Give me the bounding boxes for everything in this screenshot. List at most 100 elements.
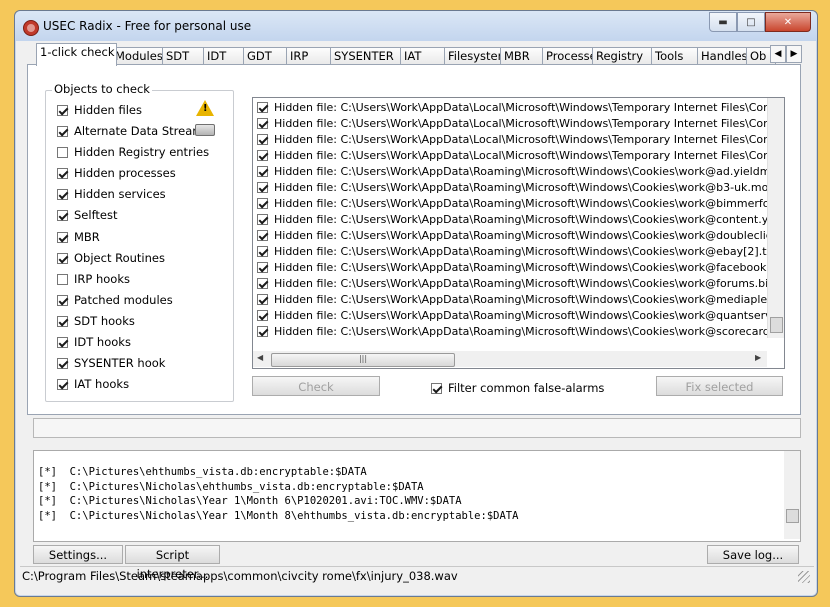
option-checkbox[interactable] xyxy=(57,104,68,116)
result-checkbox[interactable] xyxy=(257,181,268,193)
tab-sdt[interactable]: SDT xyxy=(162,47,209,65)
result-row[interactable]: Hidden file: C:\Users\Work\AppData\Roami… xyxy=(257,259,784,275)
option-checkbox[interactable] xyxy=(57,146,68,158)
option-checkbox[interactable] xyxy=(57,125,68,137)
result-row[interactable]: Hidden file: C:\Users\Work\AppData\Local… xyxy=(257,147,784,163)
result-row[interactable]: Hidden file: C:\Users\Work\AppData\Local… xyxy=(257,115,784,131)
objects-group-title: Objects to check xyxy=(52,82,152,96)
result-row[interactable]: Hidden file: C:\Users\Work\AppData\Roami… xyxy=(257,291,784,307)
tab-mbr[interactable]: MBR xyxy=(500,47,548,65)
option-checkbox[interactable] xyxy=(57,294,68,306)
settings-button[interactable]: Settings... xyxy=(33,545,123,564)
result-row[interactable]: Hidden file: C:\Users\Work\AppData\Local… xyxy=(257,99,784,115)
result-checkbox[interactable] xyxy=(257,229,268,241)
option-checkbox[interactable] xyxy=(57,167,68,179)
tab-sysenter[interactable]: SYSENTER xyxy=(330,47,406,65)
option-mbr[interactable]: MBR xyxy=(57,230,100,244)
log-output[interactable]: [*] C:\Pictures\ehthumbs_vista.db:encryp… xyxy=(33,450,801,542)
option-object-routines[interactable]: Object Routines xyxy=(57,251,165,265)
tab-gdt[interactable]: GDT xyxy=(243,47,292,65)
option-checkbox[interactable] xyxy=(57,315,68,327)
tab-handles[interactable]: Handles xyxy=(697,47,752,65)
option-patched-modules[interactable]: Patched modules xyxy=(57,293,173,307)
scroll-left-icon[interactable]: ◀ xyxy=(257,353,263,362)
results-vertical-scrollbar[interactable] xyxy=(767,98,784,338)
option-hidden-services[interactable]: Hidden services xyxy=(57,187,166,201)
option-checkbox[interactable] xyxy=(57,336,68,348)
result-checkbox[interactable] xyxy=(257,101,268,113)
result-row[interactable]: Hidden file: C:\Users\Work\AppData\Roami… xyxy=(257,275,784,291)
result-row[interactable]: Hidden file: C:\Users\Work\AppData\Local… xyxy=(257,131,784,147)
result-row[interactable]: Hidden file: C:\Users\Work\AppData\Roami… xyxy=(257,163,784,179)
results-list[interactable]: Hidden file: C:\Users\Work\AppData\Local… xyxy=(252,97,785,369)
filter-false-alarms[interactable]: Filter common false-alarms xyxy=(431,381,604,395)
results-horizontal-scroll-thumb[interactable]: ||| xyxy=(271,353,455,367)
tab-processes[interactable]: Processes xyxy=(542,47,598,65)
option-checkbox[interactable] xyxy=(57,188,68,200)
status-text: C:\Program Files\Steam\steamapps\common\… xyxy=(22,569,458,583)
result-row[interactable]: Hidden file: C:\Users\Work\AppData\Roami… xyxy=(257,227,784,243)
result-row[interactable]: Hidden file: C:\Users\Work\AppData\Roami… xyxy=(257,307,784,323)
tab-modules[interactable]: Modules xyxy=(111,47,168,65)
result-checkbox[interactable] xyxy=(257,133,268,145)
result-checkbox[interactable] xyxy=(257,117,268,129)
option-hidden-files[interactable]: Hidden files xyxy=(57,103,142,117)
result-row[interactable]: Hidden file: C:\Users\Work\AppData\Roami… xyxy=(257,243,777,259)
close-button[interactable]: ✕ xyxy=(765,12,811,32)
result-checkbox[interactable] xyxy=(257,261,268,273)
results-vertical-scroll-thumb[interactable] xyxy=(770,317,783,333)
option-hidden-processes[interactable]: Hidden processes xyxy=(57,166,176,180)
check-button[interactable]: Check xyxy=(252,376,380,396)
result-row[interactable]: Hidden file: C:\Users\Work\AppData\Roami… xyxy=(257,211,784,227)
option-checkbox[interactable] xyxy=(57,252,68,264)
script-interpreter-button[interactable]: Script interpreter... xyxy=(125,545,220,581)
results-horizontal-scrollbar[interactable]: ◀ ||| ▶ xyxy=(253,351,767,367)
minimize-icon: ▬ xyxy=(718,16,728,28)
tab-iat[interactable]: IAT xyxy=(400,47,450,65)
tab-scroll-right-icon[interactable]: ▶ xyxy=(786,45,802,63)
filter-checkbox[interactable] xyxy=(431,382,442,394)
result-checkbox[interactable] xyxy=(257,245,268,257)
fix-selected-button[interactable]: Fix selected xyxy=(656,376,783,396)
option-sdt-hooks[interactable]: SDT hooks xyxy=(57,314,135,328)
result-checkbox[interactable] xyxy=(257,325,268,337)
tab-registry[interactable]: Registry xyxy=(592,47,657,65)
tab-scroll-left-icon[interactable]: ◀ xyxy=(770,45,786,63)
option-selftest[interactable]: Selftest xyxy=(57,208,118,222)
result-checkbox[interactable] xyxy=(257,165,268,177)
option-hidden-registry-entries[interactable]: Hidden Registry entries xyxy=(57,145,209,159)
window-title: USEC Radix - Free for personal use xyxy=(43,19,252,33)
result-checkbox[interactable] xyxy=(257,213,268,225)
log-vertical-scrollbar[interactable] xyxy=(784,451,800,539)
option-irp-hooks[interactable]: IRP hooks xyxy=(57,272,130,286)
option-checkbox[interactable] xyxy=(57,273,68,285)
save-log-button[interactable]: Save log... xyxy=(707,545,799,564)
option-checkbox[interactable] xyxy=(57,209,68,221)
result-checkbox[interactable] xyxy=(257,277,268,289)
tab-1-click-check[interactable]: 1-click check xyxy=(36,43,117,66)
option-alternate-data-streams[interactable]: Alternate Data Streams xyxy=(57,124,209,138)
result-checkbox[interactable] xyxy=(257,309,268,321)
tab-irp[interactable]: IRP xyxy=(286,47,336,65)
option-idt-hooks[interactable]: IDT hooks xyxy=(57,335,131,349)
resize-grip-icon[interactable] xyxy=(798,571,810,583)
minimize-button[interactable]: ▬ xyxy=(709,12,737,32)
maximize-button[interactable]: □ xyxy=(737,12,765,32)
scroll-right-icon[interactable]: ▶ xyxy=(755,353,761,362)
result-checkbox[interactable] xyxy=(257,293,268,305)
option-checkbox[interactable] xyxy=(57,231,68,243)
option-checkbox[interactable] xyxy=(57,357,68,369)
result-row[interactable]: Hidden file: C:\Users\Work\AppData\Roami… xyxy=(257,179,784,195)
title-bar[interactable]: USEC Radix - Free for personal use ▬ □ ✕ xyxy=(15,11,817,41)
result-row[interactable]: Hidden file: C:\Users\Work\AppData\Roami… xyxy=(257,323,784,339)
result-row[interactable]: Hidden file: C:\Users\Work\AppData\Roami… xyxy=(257,195,784,211)
result-checkbox[interactable] xyxy=(257,149,268,161)
option-checkbox[interactable] xyxy=(57,378,68,390)
tab-filesystem[interactable]: Filesystem xyxy=(444,47,506,65)
option-iat-hooks[interactable]: IAT hooks xyxy=(57,377,129,391)
option-sysenter-hook[interactable]: SYSENTER hook xyxy=(57,356,165,370)
log-scroll-thumb[interactable] xyxy=(786,509,799,523)
result-checkbox[interactable] xyxy=(257,197,268,209)
option-label: Selftest xyxy=(74,208,118,222)
tab-tools[interactable]: Tools xyxy=(651,47,703,65)
